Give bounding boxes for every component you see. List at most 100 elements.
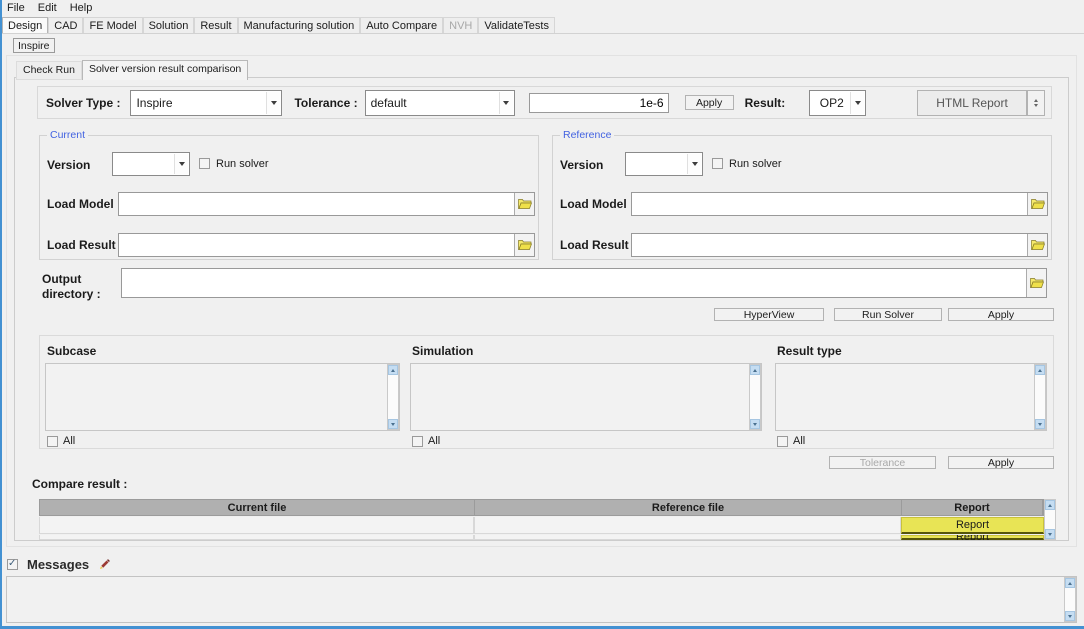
chevron-down-icon[interactable] [266,92,280,114]
compare-table-scrollbar[interactable] [1044,499,1056,540]
subcase-list-area[interactable] [46,364,387,430]
scroll-track[interactable] [1035,375,1045,419]
scroll-track[interactable] [1045,510,1055,529]
scroll-up-icon[interactable] [750,365,760,375]
output-directory-input[interactable] [122,269,1026,297]
menu-edit[interactable]: Edit [38,2,57,14]
scroll-down-icon[interactable] [1035,419,1045,429]
scroll-track[interactable] [750,375,760,419]
report-button-cell[interactable]: Report [901,517,1044,534]
current-load-model-label: Load Model [47,197,114,211]
tab-manufacturing-solution[interactable]: Manufacturing solution [238,17,361,33]
current-load-result-input[interactable] [119,234,514,256]
scroll-track[interactable] [1065,588,1075,611]
run-solver-button[interactable]: Run Solver [834,308,942,321]
result-label: Result: [745,96,786,110]
current-file-cell[interactable] [39,535,474,540]
chevron-down-icon[interactable] [174,154,188,174]
scroll-down-icon[interactable] [388,419,398,429]
reference-load-result-label: Load Result [560,238,629,252]
output-directory-browse-button[interactable] [1026,269,1046,297]
tab-nvh: NVH [443,17,478,33]
scroll-down-icon[interactable] [1045,529,1055,539]
current-group-title: Current [47,129,88,141]
result-type-all-label: All [793,435,805,447]
current-load-result-field [118,233,535,257]
tab-inspire[interactable]: Inspire [13,38,55,53]
reference-load-result-browse-button[interactable] [1027,234,1047,256]
hyperview-button[interactable]: HyperView [714,308,824,321]
current-run-solver-checkbox[interactable] [199,158,210,169]
current-load-result-browse-button[interactable] [514,234,534,256]
subcase-listbox[interactable] [45,363,400,431]
chevron-down-icon[interactable] [850,92,864,114]
scroll-up-icon[interactable] [388,365,398,375]
current-load-model-input[interactable] [119,193,514,215]
folder-open-icon [1031,198,1045,210]
html-report-button[interactable]: HTML Report [917,90,1027,116]
reference-load-result-field [631,233,1048,257]
tab-auto-compare-label: Auto Compare [366,20,437,32]
messages-panel [6,576,1077,623]
subcase-all-row: All [47,435,75,447]
menu-help[interactable]: Help [70,2,93,14]
tab-solution[interactable]: Solution [143,17,195,33]
reference-file-cell[interactable] [474,517,901,534]
simulation-list-area[interactable] [411,364,749,430]
scroll-down-icon[interactable] [750,419,760,429]
reference-load-result-input[interactable] [632,234,1027,256]
simulation-scrollbar[interactable] [749,364,761,430]
messages-checkbox[interactable] [7,559,18,570]
chevron-down-icon[interactable] [687,154,701,174]
chevron-down-icon[interactable] [499,92,513,114]
tab-check-run[interactable]: Check Run [16,61,82,80]
tab-auto-compare[interactable]: Auto Compare [360,17,443,33]
report-button-cell[interactable]: Report [901,535,1044,540]
messages-label: Messages [27,557,89,572]
tab-fe-model[interactable]: FE Model [83,17,142,33]
apply-selection-button[interactable]: Apply [948,456,1054,469]
result-type-listbox[interactable] [775,363,1047,431]
scroll-down-icon[interactable] [1065,611,1075,621]
table-row: Report [39,535,1044,540]
solver-type-select[interactable]: Inspire [130,90,282,116]
current-load-model-browse-button[interactable] [514,193,534,215]
result-type-scrollbar[interactable] [1034,364,1046,430]
tab-manufacturing-solution-label: Manufacturing solution [244,20,355,32]
tab-cad[interactable]: CAD [48,17,83,33]
result-type-list-area[interactable] [776,364,1034,430]
result-type-all-checkbox[interactable] [777,436,788,447]
messages-scrollbar[interactable] [1064,577,1076,622]
reference-run-solver-checkbox[interactable] [712,158,723,169]
simulation-listbox[interactable] [410,363,762,431]
scroll-up-icon[interactable] [1065,578,1075,588]
scroll-up-icon[interactable] [1045,500,1055,510]
tab-result[interactable]: Result [194,17,237,33]
reference-load-model-browse-button[interactable] [1027,193,1047,215]
tab-cad-label: CAD [54,20,77,32]
reference-load-model-input[interactable] [632,193,1027,215]
subcase-all-checkbox[interactable] [47,436,58,447]
apply-run-button[interactable]: Apply [948,308,1054,321]
tab-solver-version-result-comparison[interactable]: Solver version result comparison [82,60,248,80]
tab-design[interactable]: Design [2,17,48,33]
tab-validatetests[interactable]: ValidateTests [478,17,555,33]
reference-version-select[interactable] [625,152,703,176]
pencil-icon[interactable] [98,558,111,571]
tolerance-custom-input[interactable] [530,94,668,112]
tolerance-apply-button[interactable]: Apply [685,95,734,110]
tab-solver-version-result-comparison-label: Solver version result comparison [89,63,241,75]
subcase-scrollbar[interactable] [387,364,399,430]
html-report-options-button[interactable] [1027,90,1045,116]
result-format-select[interactable]: OP2 [809,90,866,116]
scroll-track[interactable] [388,375,398,419]
reference-file-cell[interactable] [474,535,901,540]
current-file-cell[interactable] [39,517,474,534]
menubar: File Edit Help [2,0,1084,16]
current-version-select[interactable] [112,152,190,176]
compare-table-header: Current file Reference file Report [39,499,1044,516]
scroll-up-icon[interactable] [1035,365,1045,375]
menu-file[interactable]: File [7,2,25,14]
tolerance-select[interactable]: default [365,90,515,116]
simulation-all-checkbox[interactable] [412,436,423,447]
